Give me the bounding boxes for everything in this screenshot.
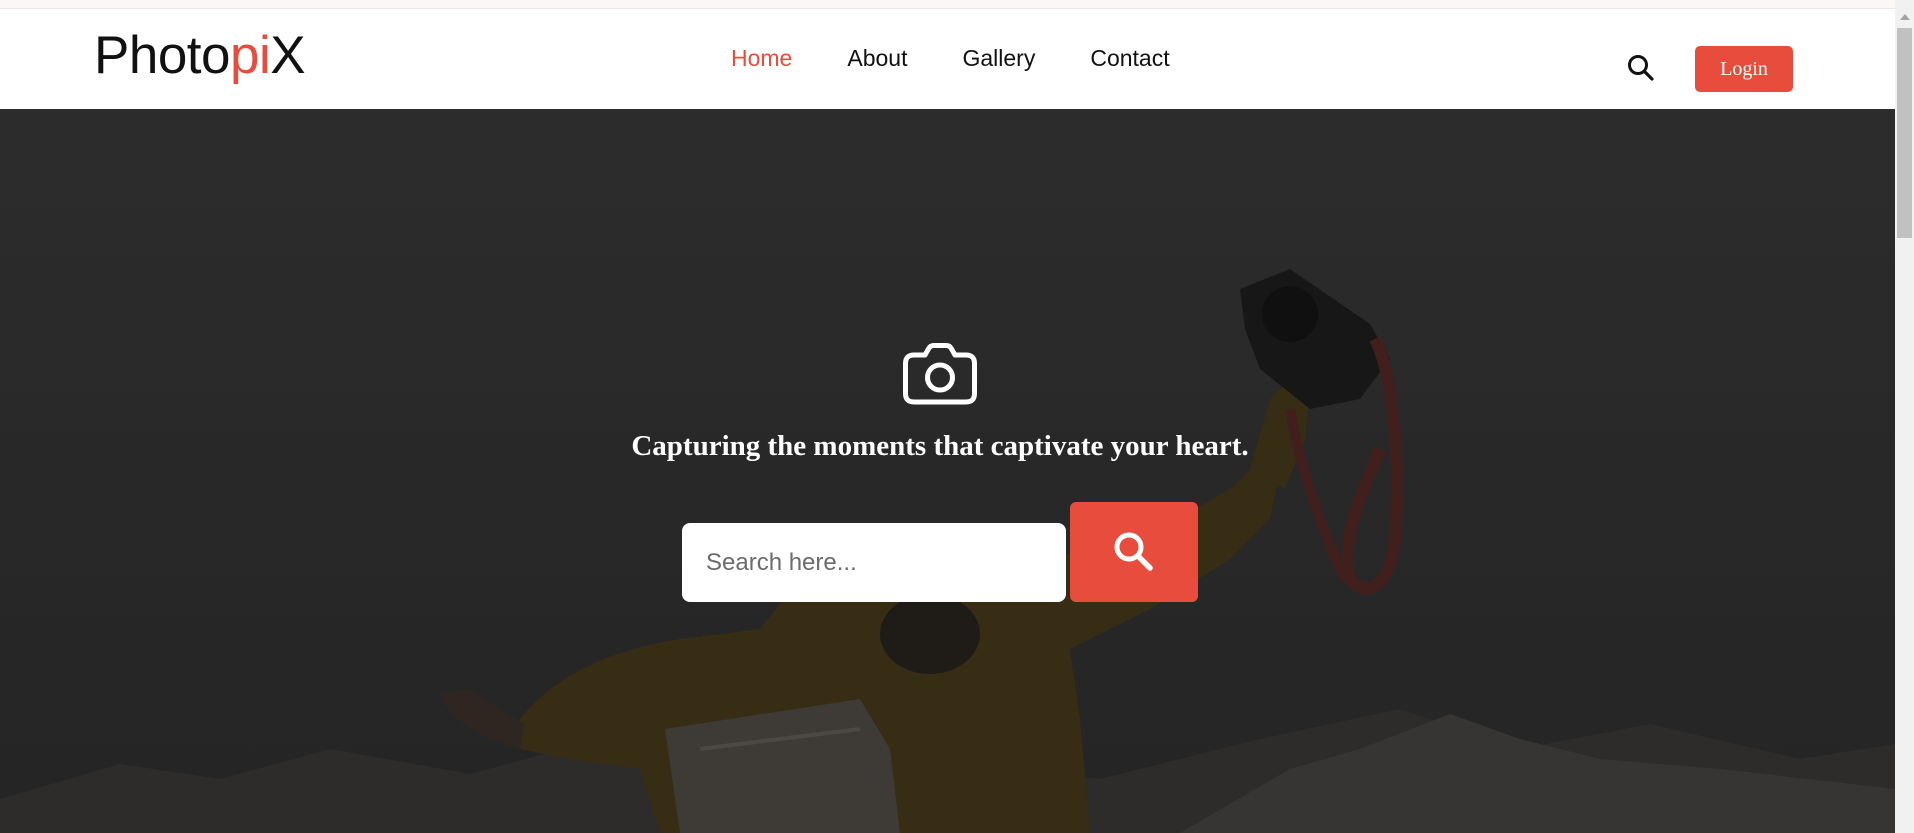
login-button[interactable]: Login xyxy=(1695,46,1793,92)
nav-link-contact[interactable]: Contact xyxy=(1090,45,1169,71)
nav-link-home[interactable]: Home xyxy=(731,45,792,71)
nav-link-gallery[interactable]: Gallery xyxy=(962,45,1035,71)
hero-search-input[interactable] xyxy=(682,523,1066,602)
page-scrollbar[interactable] xyxy=(1895,0,1914,833)
search-icon xyxy=(1114,532,1153,571)
search-icon[interactable] xyxy=(1626,53,1656,83)
logo[interactable]: PhotopiX xyxy=(94,26,306,85)
nav-menu: Home About Gallery Contact xyxy=(731,45,1225,71)
navbar: PhotopiX Home About Gallery Contact Logi… xyxy=(0,9,1895,109)
scroll-up-arrow-icon[interactable] xyxy=(1900,14,1910,20)
browser-top-strip xyxy=(0,0,1895,9)
scrollbar-thumb[interactable] xyxy=(1897,28,1912,238)
logo-text-part1: Photo xyxy=(94,26,231,85)
logo-text-accent: pi xyxy=(230,26,271,85)
hero-section: Capturing the moments that captivate you… xyxy=(0,109,1895,833)
hero-search-button[interactable] xyxy=(1070,502,1198,602)
hero-dark-overlay xyxy=(0,109,1895,833)
camera-icon xyxy=(903,343,977,405)
nav-link-about[interactable]: About xyxy=(847,45,907,71)
hero-tagline: Capturing the moments that captivate you… xyxy=(631,430,1249,462)
logo-text-part3: X xyxy=(270,26,306,85)
